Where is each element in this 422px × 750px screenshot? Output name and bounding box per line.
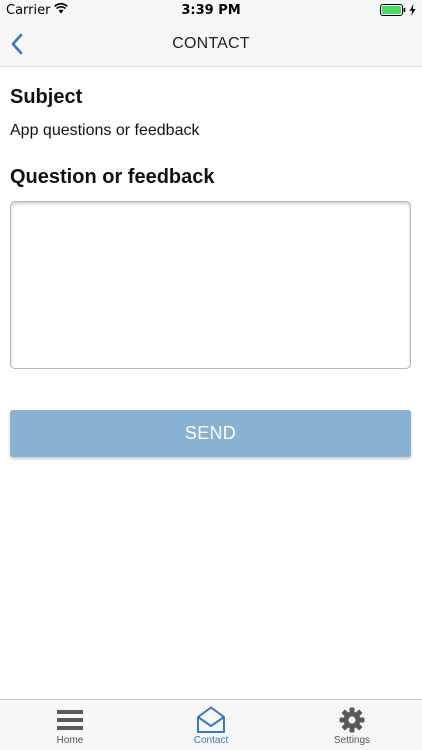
tab-bar: Home Contact Settings [0,699,422,750]
page-title: CONTACT [172,35,250,52]
battery-icon [380,4,406,20]
tab-contact[interactable]: Contact [141,700,281,750]
status-bar: Carrier 3:39 PM [0,0,422,22]
subject-value: App questions or feedback [10,122,200,139]
gear-icon [337,706,367,734]
subject-label: Subject [10,86,83,108]
hamburger-menu-icon [55,706,85,734]
status-time: 3:39 PM [181,3,241,18]
charging-bolt-icon [409,4,416,20]
feedback-label: Question or feedback [10,166,215,188]
tab-contact-label: Contact [193,735,229,746]
feedback-textarea[interactable] [10,201,411,369]
tab-home-label: Home [56,735,84,746]
status-right [380,4,416,20]
tab-settings-label: Settings [333,735,371,746]
envelope-open-icon [196,706,226,734]
tab-home[interactable]: Home [0,700,140,750]
navigation-bar: CONTACT [0,22,422,67]
tab-settings[interactable]: Settings [282,700,422,750]
send-button[interactable]: SEND [10,410,411,457]
